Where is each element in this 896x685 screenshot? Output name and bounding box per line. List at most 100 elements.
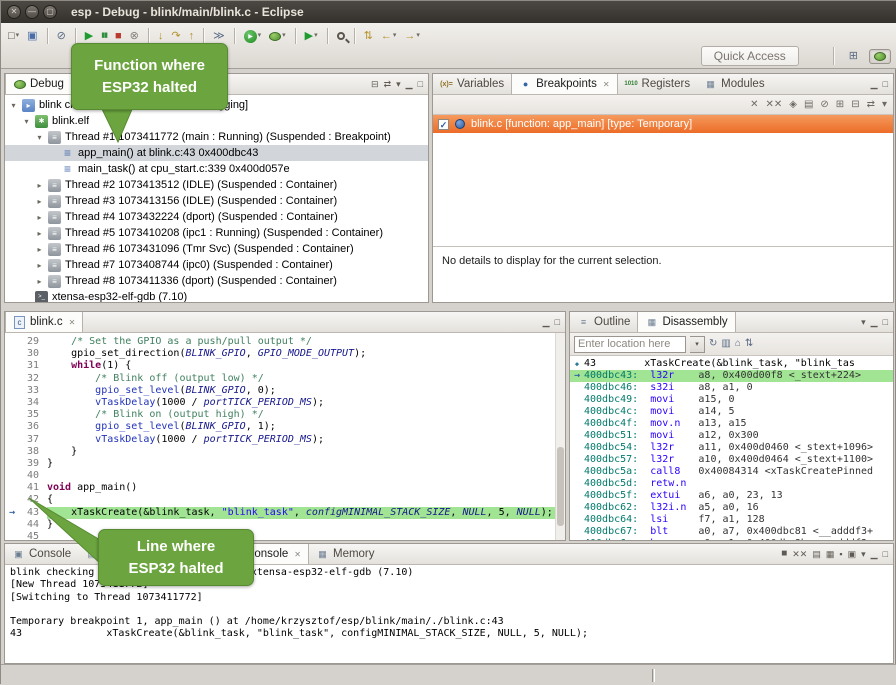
minimize-icon[interactable]: ▁ bbox=[543, 317, 550, 327]
maximize-icon[interactable]: □ bbox=[418, 79, 423, 89]
code-area[interactable]: /* Set the GPIO as a push/pull output */… bbox=[47, 336, 555, 540]
home-icon[interactable]: ⌂ bbox=[735, 337, 741, 351]
debug-tree-item[interactable]: ▸Thread #8 1073411336 (dport) (Suspended… bbox=[5, 273, 428, 289]
disasm-instruction-line[interactable]: 400dbc62: l32i.n a5, a0, 16 bbox=[570, 502, 893, 514]
remove-all-terminated-icon[interactable]: ✕✕ bbox=[792, 549, 807, 559]
new-wizard-button[interactable]: □▾ bbox=[5, 28, 22, 44]
code-editor[interactable]: → 2930313233343536373839404142434445 /* … bbox=[5, 333, 565, 540]
window-close-button[interactable]: ✕ bbox=[7, 5, 21, 19]
debug-tree-item[interactable]: ▸Thread #3 1073413156 (IDLE) (Suspended … bbox=[5, 193, 428, 209]
search-button[interactable] bbox=[334, 31, 348, 41]
disasm-instruction-line[interactable]: 400dbc51: movi a12, 0x300 bbox=[570, 430, 893, 442]
expand-all-icon[interactable]: ⊞ bbox=[836, 98, 844, 112]
link-with-editor-icon[interactable]: ⇄ bbox=[384, 79, 392, 89]
code-line[interactable]: gpio_set_level(BLINK_GPIO, 1); bbox=[47, 421, 555, 433]
display-console-icon[interactable]: ▣ bbox=[848, 549, 857, 559]
code-line[interactable]: } bbox=[47, 446, 555, 458]
breakpoint-checkbox[interactable]: ✓ bbox=[438, 119, 449, 130]
debug-tree-item[interactable]: ▸Thread #6 1073431096 (Tmr Svc) (Suspend… bbox=[5, 241, 428, 257]
debug-tree-item[interactable]: ▸Thread #5 1073410208 (ipc1 : Running) (… bbox=[5, 225, 428, 241]
instruction-stepping-button[interactable]: ≫ bbox=[210, 28, 228, 44]
view-menu-icon[interactable]: ▾ bbox=[861, 317, 866, 327]
debug-tree-item[interactable]: app_main() at blink.c:43 0x400dbc43 bbox=[5, 145, 428, 161]
disasm-instruction-line[interactable]: 400dbc4c: movi a14, 5 bbox=[570, 406, 893, 418]
disasm-instruction-line[interactable]: 400dbc5d: retw.n bbox=[570, 478, 893, 490]
disasm-instruction-line[interactable]: 400dbc57: l32r a10, 0x400d0464 <_stext+1… bbox=[570, 454, 893, 466]
debug-tree-item[interactable]: ▸Thread #7 1073408744 (ipc0) (Suspended … bbox=[5, 257, 428, 273]
expand-icon[interactable]: ▸ bbox=[35, 181, 44, 190]
minimize-icon[interactable]: ▁ bbox=[871, 549, 878, 559]
go-to-file-icon[interactable]: ▤ bbox=[804, 98, 813, 112]
disasm-instruction-line[interactable]: 400dbc5f: extui a6, a0, 23, 13 bbox=[570, 490, 893, 502]
pin-console-icon[interactable]: ▪ bbox=[839, 549, 842, 559]
last-edit-location-button[interactable]: ⇅ bbox=[361, 28, 376, 44]
expand-icon[interactable]: ▸ bbox=[35, 229, 44, 238]
step-return-button[interactable]: ↑ bbox=[186, 28, 198, 44]
disasm-instruction-line[interactable]: 400dbc64: lsi f7, a1, 128 bbox=[570, 514, 893, 526]
code-line[interactable]: } bbox=[47, 458, 555, 470]
debug-perspective-button[interactable] bbox=[869, 49, 891, 64]
window-maximize-button[interactable]: ▢ bbox=[43, 5, 57, 19]
skip-all-breakpoints-icon[interactable]: ⊘ bbox=[820, 98, 828, 112]
terminate-icon[interactable]: ■ bbox=[781, 549, 787, 559]
code-line[interactable]: /* Blink on (output high) */ bbox=[47, 409, 555, 421]
disasm-instruction-line[interactable]: →400dbc43: l32r a8, 0x400d00f8 <_stext+2… bbox=[570, 370, 893, 382]
debug-button[interactable]: ▾ bbox=[266, 28, 289, 44]
close-icon[interactable]: ✕ bbox=[601, 80, 610, 89]
disasm-instruction-line[interactable]: 400dbc49: movi a15, 0 bbox=[570, 394, 893, 406]
forward-button[interactable]: →▾ bbox=[401, 28, 423, 44]
disasm-source-line[interactable]: ◆43 xTaskCreate(&blink_task, "blink_tas bbox=[570, 358, 893, 370]
code-line[interactable]: while(1) { bbox=[47, 360, 555, 372]
sync-with-context-icon[interactable]: ⇅ bbox=[745, 337, 753, 351]
collapse-icon[interactable]: ▾ bbox=[35, 133, 44, 142]
code-line-current[interactable]: xTaskCreate(&blink_task, "blink_task", c… bbox=[47, 507, 555, 519]
tab-modules[interactable]: ▦ Modules bbox=[697, 74, 771, 94]
tab-breakpoints[interactable]: ● Breakpoints ✕ bbox=[511, 74, 617, 94]
step-over-button[interactable]: ↷ bbox=[168, 28, 183, 44]
skip-all-breakpoints-button[interactable]: ⊘ bbox=[54, 28, 69, 44]
resume-button[interactable]: ▶ bbox=[82, 28, 96, 44]
expand-icon[interactable]: ▸ bbox=[35, 261, 44, 270]
tab-registers[interactable]: 1010 Registers bbox=[618, 74, 698, 94]
code-line[interactable]: gpio_set_level(BLINK_GPIO, 0); bbox=[47, 385, 555, 397]
code-line[interactable]: void app_main() bbox=[47, 482, 555, 494]
step-into-button[interactable]: ↓ bbox=[155, 28, 167, 44]
show-source-icon[interactable]: ▥ bbox=[721, 337, 730, 351]
disasm-instruction-line[interactable]: 400dbc46: s32i a8, a1, 0 bbox=[570, 382, 893, 394]
expand-icon[interactable]: ▸ bbox=[35, 213, 44, 222]
tab-console[interactable]: ▣ Console bbox=[5, 544, 78, 564]
collapse-icon[interactable]: ▾ bbox=[22, 117, 31, 126]
disassembly-content[interactable]: ◆43 xTaskCreate(&blink_task, "blink_tas→… bbox=[570, 356, 893, 540]
code-line[interactable] bbox=[47, 470, 555, 482]
maximize-icon[interactable]: □ bbox=[883, 549, 888, 559]
sash-grip[interactable] bbox=[652, 669, 655, 682]
code-line[interactable]: vTaskDelay(1000 / portTICK_PERIOD_MS); bbox=[47, 397, 555, 409]
disasm-instruction-line[interactable]: 400dbc54: l32r a11, 0x400d0460 <_stext+1… bbox=[570, 442, 893, 454]
window-minimize-button[interactable]: — bbox=[25, 5, 39, 19]
code-line[interactable]: { bbox=[47, 494, 555, 506]
maximize-icon[interactable]: □ bbox=[883, 317, 888, 327]
disasm-instruction-line[interactable]: 400dbc4f: mov.n a13, a15 bbox=[570, 418, 893, 430]
minimize-icon[interactable]: ▁ bbox=[871, 317, 878, 327]
location-input[interactable]: Enter location here bbox=[574, 336, 686, 353]
collapse-all-icon[interactable]: ⊟ bbox=[371, 79, 379, 89]
close-icon[interactable]: ✕ bbox=[67, 318, 76, 327]
disasm-instruction-line[interactable]: 400dbc5a: call8 0x40084314 <xTaskCreateP… bbox=[570, 466, 893, 478]
tab-disassembly[interactable]: ▦ Disassembly bbox=[637, 312, 735, 332]
external-tools-button[interactable]: ▶▾ bbox=[302, 28, 321, 44]
suspend-button[interactable]: ▮▮ bbox=[98, 28, 110, 44]
debug-tree-item[interactable]: main_task() at cpu_start.c:339 0x400d057… bbox=[5, 161, 428, 177]
quick-access[interactable]: Quick Access bbox=[701, 46, 799, 66]
debug-tree-item[interactable]: ▸Thread #2 1073413512 (IDLE) (Suspended … bbox=[5, 177, 428, 193]
breakpoint-row[interactable]: ✓ blink.c [function: app_main] [type: Te… bbox=[433, 115, 893, 133]
debug-tree-item[interactable]: ▾Thread #1 1073411772 (main : Running) (… bbox=[5, 129, 428, 145]
collapse-all-icon[interactable]: ⊟ bbox=[851, 98, 859, 112]
back-button[interactable]: ←▾ bbox=[378, 28, 400, 44]
code-line[interactable]: /* Set the GPIO as a push/pull output */ bbox=[47, 336, 555, 348]
close-icon[interactable]: ✕ bbox=[292, 550, 301, 559]
debug-tree-item[interactable]: ▾blink.elf bbox=[5, 113, 428, 129]
tab-memory[interactable]: ▦ Memory bbox=[309, 544, 382, 564]
link-with-debug-icon[interactable]: ⇄ bbox=[867, 98, 875, 112]
terminate-button[interactable]: ■ bbox=[112, 28, 125, 44]
code-line[interactable]: /* Blink off (output low) */ bbox=[47, 373, 555, 385]
